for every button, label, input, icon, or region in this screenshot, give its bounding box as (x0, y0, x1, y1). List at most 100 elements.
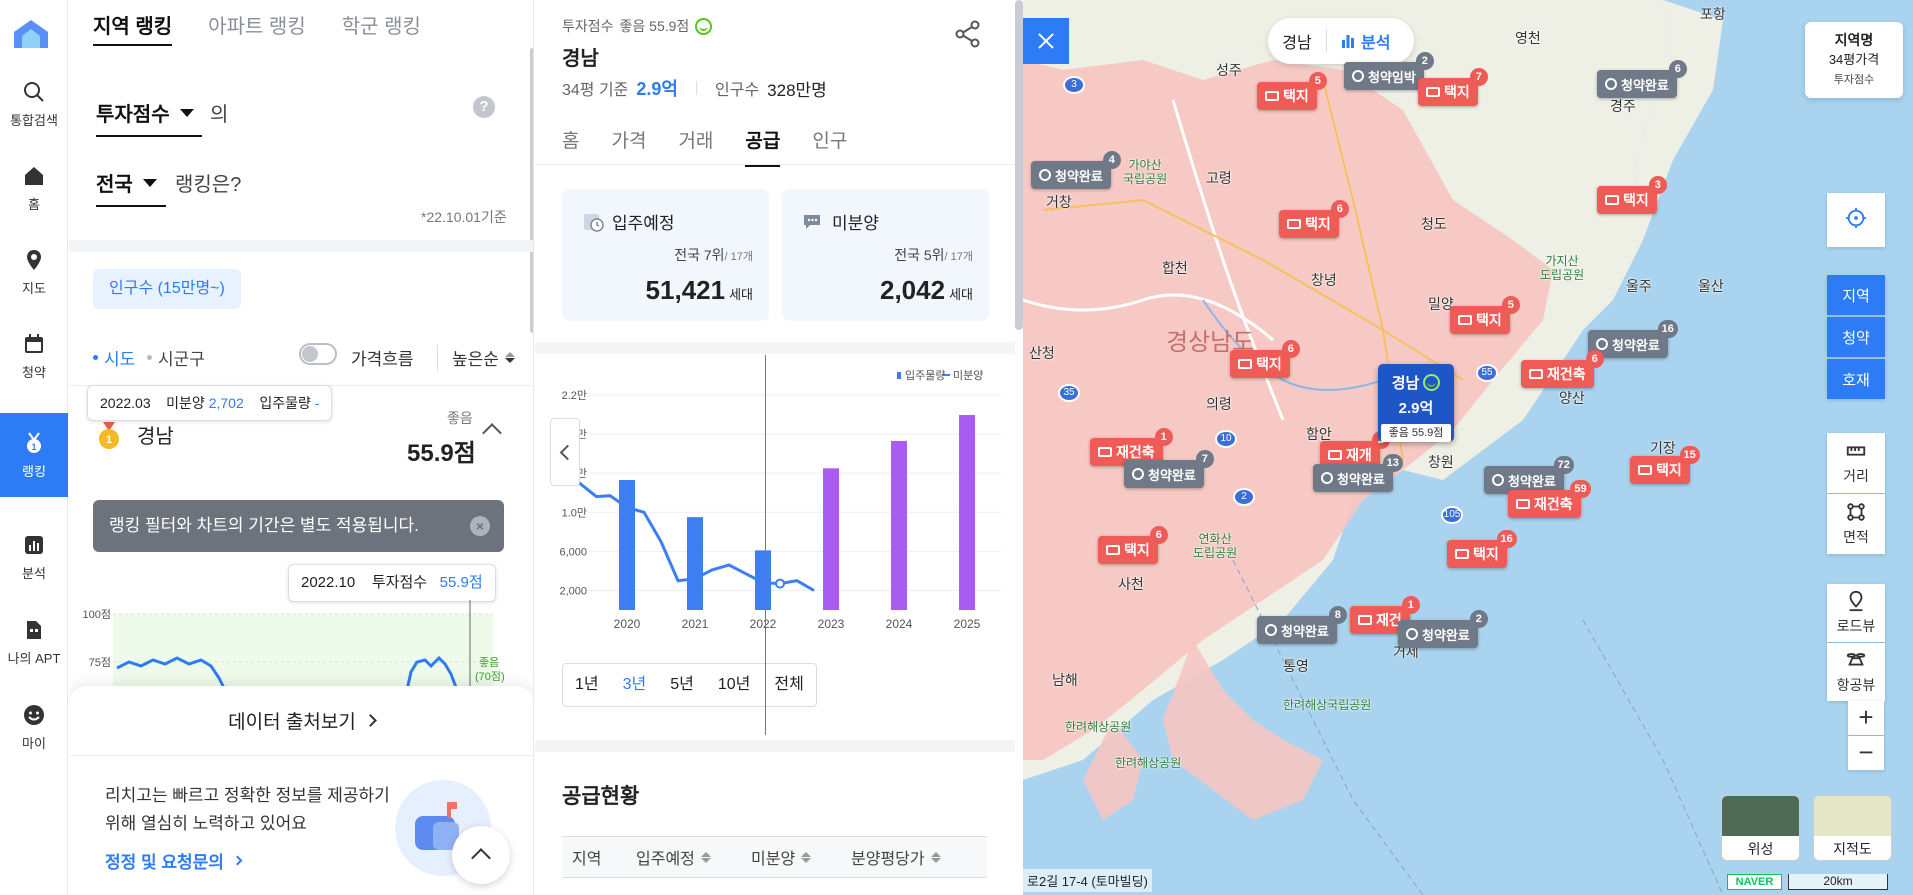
band-label: 좋음 (479, 656, 499, 669)
price-value: 2.9억 (636, 79, 678, 99)
map-marker-subscription[interactable]: 청약완료 2 (1398, 610, 1488, 648)
tab-region-ranking[interactable]: 지역 랭킹 (93, 0, 173, 46)
map-marker-subscription[interactable]: 청약완료 13 (1313, 454, 1403, 492)
map-marker-housing-site[interactable]: 택지 5 (1450, 296, 1520, 334)
metric-select-value: 투자점수 (96, 104, 170, 126)
nav-ranking[interactable]: 1 랭킹 (0, 413, 68, 497)
my-location-button[interactable] (1827, 193, 1885, 247)
card-unsold[interactable]: 미분양 전국 5위/ 17개 2,042 세대 (782, 189, 989, 321)
place-label: 창원 (1428, 454, 1454, 470)
layer-development-button[interactable]: 호재 (1827, 359, 1885, 399)
map-marker-housing-site[interactable]: 택지 3 (1597, 176, 1667, 214)
nav-map[interactable]: 지도 (0, 230, 68, 314)
card-label: 미분양 (802, 209, 879, 234)
map-marker-housing-site[interactable]: 택지 15 (1630, 446, 1700, 484)
scope-select[interactable]: 전국 (96, 168, 166, 207)
map-marker-housing-site[interactable]: 택지 6 (1098, 526, 1168, 564)
period-3y[interactable]: 3년 (611, 664, 659, 706)
nav-analysis[interactable]: 분석 (0, 515, 68, 599)
map-marker-housing-site[interactable]: 택지 6 (1230, 340, 1300, 378)
map-marker-housing-site[interactable]: 택지 16 (1447, 530, 1517, 568)
period-5y[interactable]: 5년 (658, 664, 706, 706)
radio-sigungu[interactable]: 시군구 (147, 345, 205, 370)
park-label: 한려해상공원 (1115, 756, 1182, 770)
ranking-scrollbar[interactable] (530, 48, 533, 333)
map-marker-housing-site[interactable]: 택지 5 (1257, 72, 1327, 110)
map-marker-selected-region[interactable]: 경남 2.9억 좋음 55.9점 (1378, 364, 1454, 442)
tab-trade[interactable]: 거래 (678, 126, 713, 167)
close-icon[interactable]: × (470, 516, 490, 536)
logo-icon[interactable] (12, 18, 50, 50)
tab-apartment-ranking[interactable]: 아파트 랭킹 (208, 0, 306, 46)
map-marker-housing-site[interactable]: 택지 7 (1418, 68, 1488, 106)
map-marker-housing-site[interactable]: 택지 6 (1279, 200, 1349, 238)
share-icon[interactable] (955, 20, 981, 48)
tab-population[interactable]: 인구 (812, 126, 847, 167)
marker-label: 택지 (1623, 192, 1649, 208)
roadview-button[interactable]: 로드뷰 (1827, 584, 1885, 642)
radio-sido[interactable]: 시도 (93, 345, 135, 370)
detail-scrollbar[interactable] (1015, 0, 1023, 330)
layer-subscription-button[interactable]: 청약 (1827, 317, 1885, 357)
col-price[interactable]: 분양평당가 (851, 845, 981, 869)
map-marker-subscription[interactable]: 청약완료 4 (1031, 151, 1121, 189)
sort-select[interactable]: 높은순 (437, 345, 515, 370)
nav-home[interactable]: 홈 (0, 146, 68, 230)
price-flow-toggle[interactable] (299, 343, 337, 365)
y-tick-label: 2,000 (559, 585, 587, 597)
population-filter-chip[interactable]: 인구수 (15만명~) (93, 269, 241, 309)
col-unsold[interactable]: 미분양 (751, 845, 851, 869)
supply-status-title: 공급현황 (562, 785, 640, 808)
col-region[interactable]: 지역 (562, 845, 636, 869)
map-marker-redevelopment[interactable]: 재건축 6 (1521, 350, 1604, 388)
tab-school-ranking[interactable]: 학군 랭킹 (342, 0, 421, 46)
calendar-icon (25, 333, 43, 353)
nav-search[interactable]: 통합검색 (0, 62, 68, 146)
area-tool-button[interactable]: 면적 (1827, 494, 1885, 554)
road-shield: 105 (1441, 506, 1463, 524)
map-marker-subscription[interactable]: 청약완료 6 (1597, 60, 1687, 98)
col-region-label: 지역 (572, 851, 602, 868)
period-1y[interactable]: 1년 (563, 664, 611, 706)
correction-request-link[interactable]: 정정 및 요청문의 (105, 848, 243, 873)
map-marker-redevelopment[interactable]: 재건축 59 (1508, 480, 1591, 518)
zoom-in-button[interactable]: + (1848, 701, 1884, 735)
region-title: 경남 (562, 48, 599, 70)
tab-price[interactable]: 가격 (611, 126, 646, 167)
nav-my-apt[interactable]: 나의 APT (0, 600, 68, 684)
aerialview-button[interactable]: 항공뷰 (1827, 643, 1885, 701)
tab-supply[interactable]: 공급 (745, 126, 781, 167)
help-icon[interactable]: ? (473, 96, 495, 118)
place-label: 청도 (1421, 216, 1447, 232)
tab-home[interactable]: 홈 (562, 126, 579, 167)
map-toggle-region[interactable]: 경남 (1268, 29, 1326, 53)
radio-dot-icon (147, 355, 152, 360)
cadastral-view-button[interactable]: 지적도 (1813, 795, 1892, 861)
close-analysis-button[interactable] (1023, 18, 1069, 64)
collapse-chevron-icon[interactable] (482, 423, 502, 443)
zoom-out-button[interactable]: − (1848, 736, 1884, 770)
distance-tool-button[interactable]: 거리 (1827, 433, 1885, 493)
metric-select[interactable]: 투자점수 (96, 98, 202, 137)
map-marker-subscription[interactable]: 청약완료 7 (1124, 450, 1214, 488)
map-toggle-analysis[interactable]: 분석 (1326, 29, 1390, 53)
map-marker-subscription[interactable]: 청약임박 2 (1344, 52, 1434, 90)
nav-subscription[interactable]: 청약 (0, 314, 68, 398)
card-move-in[interactable]: 입주예정 전국 7위/ 17개 51,421 세대 (562, 189, 769, 321)
data-source-button[interactable]: 데이터 출처보기 (69, 686, 533, 756)
period-all[interactable]: 전체 (762, 664, 815, 706)
satellite-view-button[interactable]: 위성 (1721, 795, 1800, 861)
period-10y[interactable]: 10년 (706, 664, 763, 706)
nav-my[interactable]: 마이 (0, 685, 68, 769)
scroll-top-button[interactable] (452, 826, 510, 884)
card-label: 입주예정 (582, 209, 675, 234)
nav-label: 랭킹 (22, 463, 46, 479)
ranking-region-name[interactable]: 경남 (137, 420, 174, 449)
layer-region-button[interactable]: 지역 (1827, 275, 1885, 315)
chart-prev-button[interactable] (550, 418, 580, 486)
card-label-text: 입주예정 (612, 214, 675, 233)
naver-logo: NAVER (1727, 874, 1782, 890)
map-marker-subscription[interactable]: 청약완료 8 (1257, 606, 1347, 644)
col-move-in[interactable]: 입주예정 (636, 845, 751, 869)
flag-icon (1516, 499, 1530, 509)
